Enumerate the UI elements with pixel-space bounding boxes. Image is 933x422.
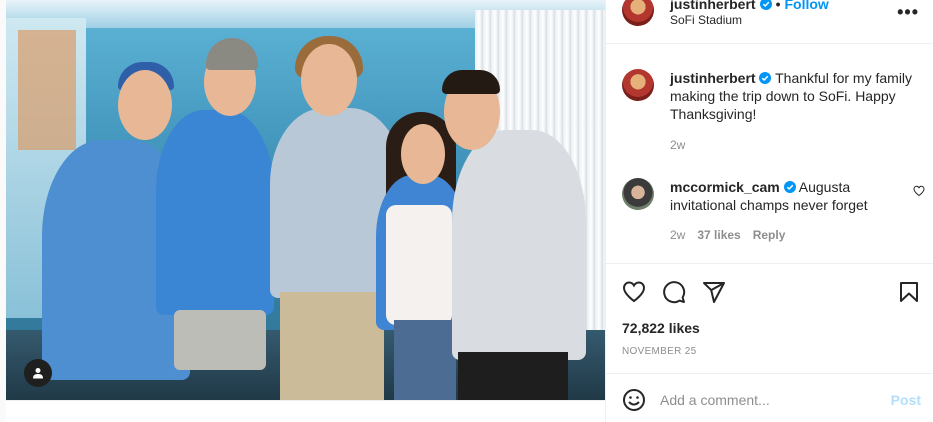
- comment-likes[interactable]: 37 likes: [697, 228, 740, 242]
- photo-door: [18, 30, 76, 150]
- comment-meta: 2w: [670, 138, 685, 152]
- share-icon[interactable]: [702, 280, 726, 304]
- comment-time[interactable]: 2w: [670, 228, 685, 242]
- post-actions: 72,822 likes NOVEMBER 25: [606, 263, 933, 373]
- verified-icon: [783, 181, 796, 193]
- post-media-container: [0, 0, 605, 422]
- verified-icon: [759, 72, 772, 84]
- user-icon: [33, 368, 43, 379]
- person-3-head: [301, 44, 357, 116]
- person-4-head: [401, 124, 445, 184]
- person-5-pants: [458, 352, 568, 400]
- likes-count[interactable]: 72,822 likes: [622, 320, 700, 336]
- post-date[interactable]: NOVEMBER 25: [622, 346, 696, 357]
- post-comment-button[interactable]: Post: [891, 392, 921, 408]
- follow-button[interactable]: Follow: [784, 0, 828, 12]
- comment-username[interactable]: justinherbert: [670, 70, 756, 86]
- person-3-pants: [280, 292, 384, 400]
- bookmark-icon[interactable]: [897, 280, 921, 304]
- person-1-head: [118, 70, 172, 140]
- emoji-icon[interactable]: [622, 388, 646, 412]
- verified-icon: [759, 0, 772, 10]
- author-line: justinherbert • Follow: [670, 0, 829, 12]
- author-username[interactable]: justinherbert: [670, 0, 756, 12]
- post-location[interactable]: SoFi Stadium: [670, 13, 742, 27]
- comment-avatar[interactable]: [622, 178, 654, 210]
- heart-icon[interactable]: [622, 280, 646, 304]
- photo-bottom-strip: [6, 400, 605, 422]
- separator-dot: •: [775, 0, 781, 12]
- person-2-shorts: [174, 310, 266, 370]
- comment-avatar[interactable]: [622, 69, 654, 101]
- comment-bubble-icon[interactable]: [662, 280, 686, 304]
- comment-username[interactable]: mccormick_cam: [670, 179, 780, 195]
- add-comment-bar: Post: [606, 373, 933, 422]
- person-5: [452, 130, 586, 360]
- person-4-jeans: [394, 320, 456, 400]
- caption: justinherbert Thankful for my family mak…: [670, 69, 922, 123]
- comment-like-heart-icon[interactable]: [913, 185, 925, 197]
- comment-meta: 2w 37 likes Reply: [670, 228, 785, 242]
- person-4-shirt: [386, 205, 452, 325]
- comment-input[interactable]: [660, 388, 880, 412]
- comment-time[interactable]: 2w: [670, 138, 685, 152]
- reply-button[interactable]: Reply: [753, 228, 786, 242]
- post-photo[interactable]: [6, 0, 605, 400]
- more-horizontal-icon[interactable]: •••: [897, 2, 919, 23]
- person-5-hair: [442, 70, 500, 94]
- post-side-panel: justinherbert • Follow SoFi Stadium ••• …: [605, 0, 933, 422]
- comment: mccormick_cam Augusta invitational champ…: [670, 178, 902, 214]
- comments-section: justinherbert Thankful for my family mak…: [606, 45, 933, 263]
- tagged-users-button[interactable]: [24, 359, 52, 387]
- person-2-cap: [206, 38, 258, 70]
- author-avatar[interactable]: [622, 0, 654, 26]
- post-header: justinherbert • Follow SoFi Stadium •••: [606, 0, 933, 44]
- person-2: [156, 110, 274, 315]
